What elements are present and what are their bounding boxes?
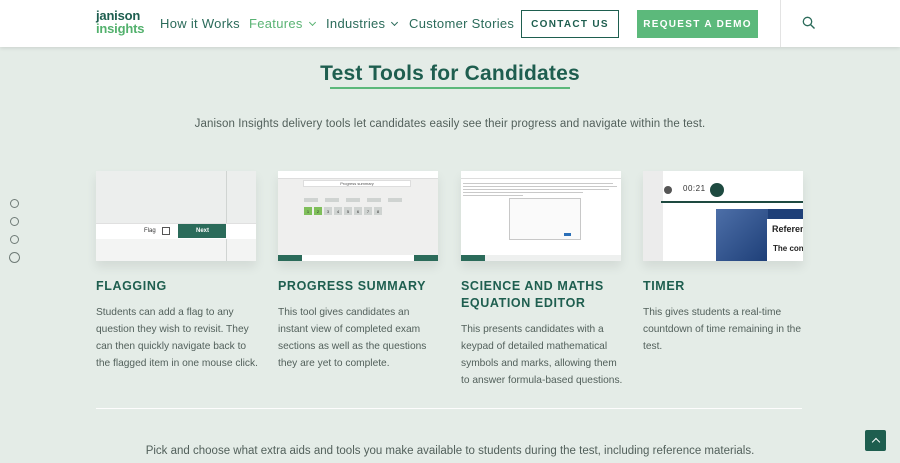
thumb-content-text: The con — [773, 244, 803, 253]
section-intro: Janison Insights delivery tools let cand… — [194, 118, 706, 130]
chevron-down-icon — [308, 18, 316, 27]
thumb-timer-value: 00:21 — [683, 184, 706, 193]
contact-us-button[interactable]: CONTACT US — [521, 10, 619, 38]
thumb-question-numbers: 12345678 — [304, 207, 382, 215]
thumb-flag-label: Flag — [144, 228, 156, 234]
feature-description: Students can add a flag to any question … — [96, 307, 258, 369]
section-divider — [96, 408, 802, 409]
question-number-chip: 4 — [334, 207, 342, 215]
flagging-screenshot: Flag Next — [96, 171, 256, 261]
search-icon[interactable] — [802, 16, 816, 30]
question-number-chip: 2 — [314, 207, 322, 215]
feature-title: PROGRESS SUMMARY — [278, 279, 427, 293]
title-underline — [330, 87, 570, 89]
question-number-chip: 5 — [344, 207, 352, 215]
request-demo-button[interactable]: REQUEST A DEMO — [637, 10, 758, 38]
nav-customer-stories-label: Customer Stories — [409, 16, 515, 31]
nav-industries[interactable]: Industries — [326, 16, 399, 31]
nav-industries-label: Industries — [326, 16, 386, 31]
feature-title: SCIENCE AND MATHS EQUATION EDITOR — [461, 279, 604, 310]
header-divider — [780, 0, 781, 47]
section-nav-dot[interactable] — [10, 217, 19, 226]
question-number-chip: 6 — [354, 207, 362, 215]
question-number-chip: 8 — [374, 207, 382, 215]
nav-how-it-works[interactable]: How it Works — [160, 16, 240, 31]
thumb-progress-box: Progress summary — [303, 180, 411, 187]
feature-card-equation-editor — [461, 171, 621, 261]
nav-features-label: Features — [249, 16, 303, 31]
section-nav-dot-active[interactable] — [9, 252, 20, 263]
feature-description: This presents candidates with a keypad o… — [461, 324, 623, 386]
thumb-reference-text: Referen — [772, 224, 803, 234]
logo-line2: insights — [96, 21, 145, 36]
feature-title: TIMER — [643, 279, 685, 293]
nav-customer-stories[interactable]: Customer Stories — [409, 16, 514, 31]
janison-logo[interactable]: janison insights — [96, 9, 144, 35]
feature-title: FLAGGING — [96, 279, 167, 293]
chevron-down-icon — [391, 18, 399, 27]
thumb-next-button: Next — [178, 224, 226, 238]
feature-card-progress-summary: Progress summary 12345678 — [278, 171, 438, 261]
question-number-chip: 1 — [304, 207, 312, 215]
nav-features[interactable]: Features — [249, 16, 316, 31]
equation-editor-screenshot — [461, 171, 621, 261]
section-title: Test Tools for Candidates — [320, 62, 580, 85]
feature-card-timer: 00:21 Referen The con — [643, 171, 803, 261]
flag-icon — [162, 227, 170, 235]
question-number-chip: 7 — [364, 207, 372, 215]
section-nav-dot[interactable] — [10, 235, 19, 244]
timer-screenshot: 00:21 Referen The con — [643, 171, 803, 261]
question-number-chip: 3 — [324, 207, 332, 215]
section-nav-dot[interactable] — [10, 199, 19, 208]
scroll-to-top-button[interactable] — [865, 430, 886, 451]
bottom-text: Pick and choose what extra aids and tool… — [145, 445, 755, 457]
feature-description: This gives students a real-time countdow… — [643, 307, 801, 352]
site-header: janison insights How it Works Features I… — [0, 0, 900, 47]
nav-how-it-works-label: How it Works — [160, 16, 240, 31]
feature-card-flagging: Flag Next — [96, 171, 256, 261]
progress-summary-screenshot: Progress summary 12345678 — [278, 171, 438, 261]
feature-description: This tool gives candidates an instant vi… — [278, 307, 427, 369]
